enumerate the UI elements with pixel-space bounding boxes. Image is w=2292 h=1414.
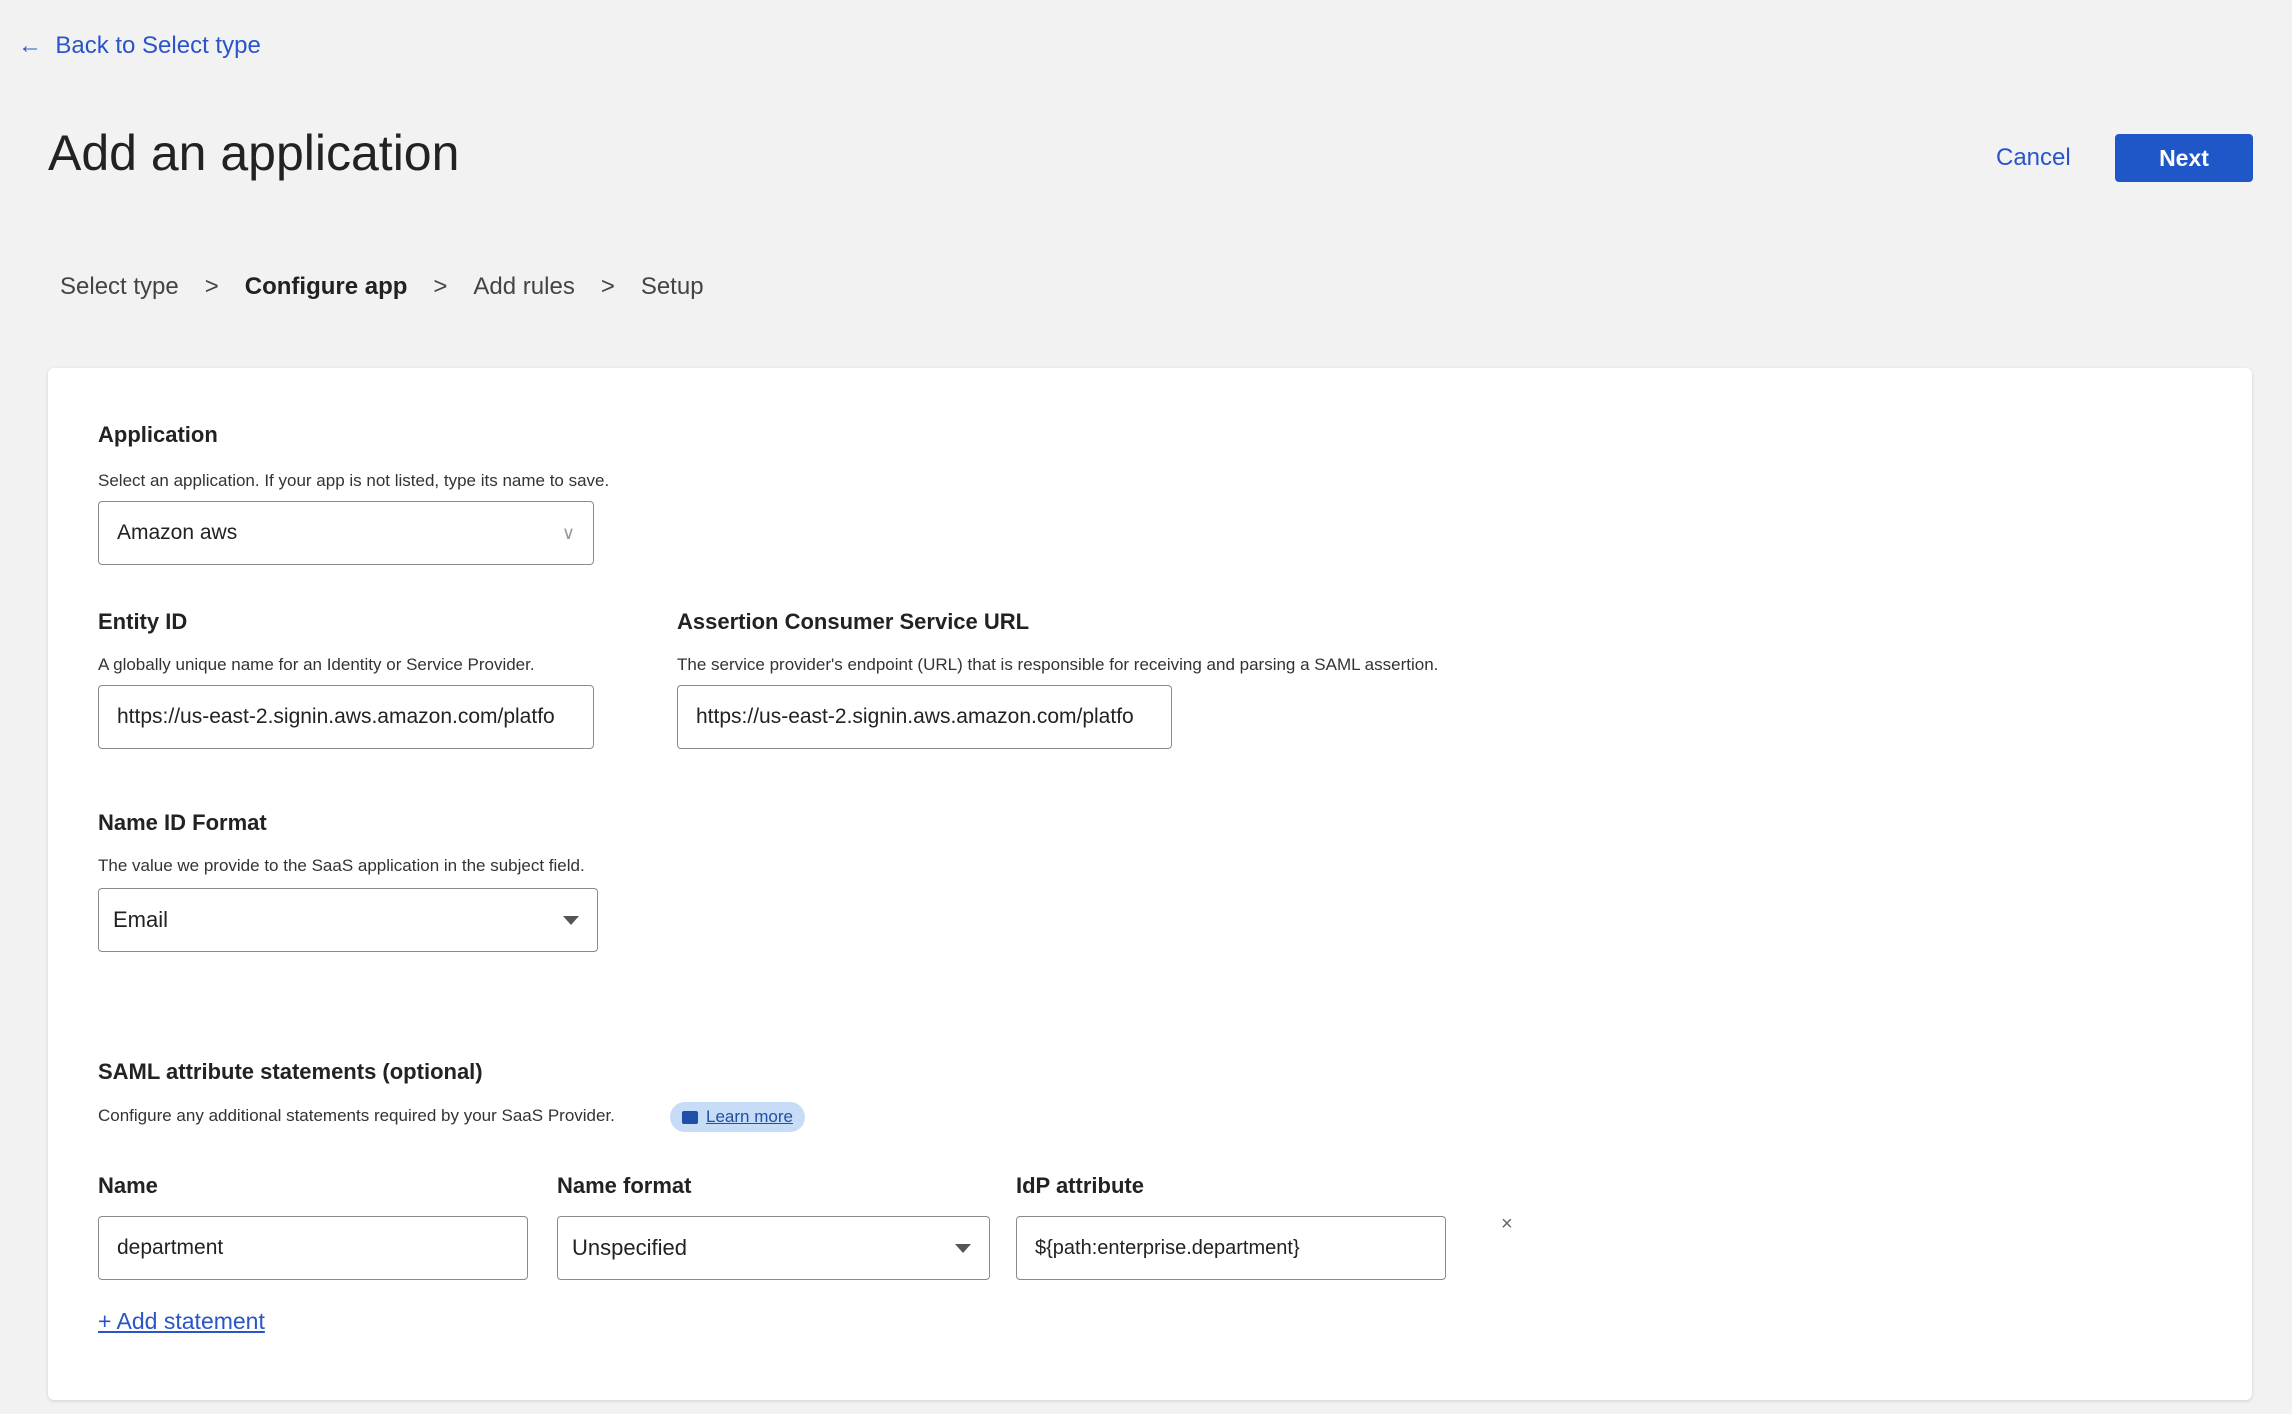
book-icon bbox=[682, 1110, 698, 1124]
statement-name-input[interactable] bbox=[117, 1236, 509, 1260]
application-description: Select an application. If your app is no… bbox=[98, 471, 610, 490]
column-name-format-label: Name format bbox=[557, 1173, 692, 1198]
name-id-format-label: Name ID Format bbox=[98, 810, 267, 835]
caret-down-icon bbox=[563, 915, 579, 925]
acs-url-field[interactable] bbox=[677, 685, 1172, 749]
arrow-left-icon: ← bbox=[18, 32, 42, 59]
column-name-label: Name bbox=[98, 1173, 158, 1198]
acs-url-description: The service provider's endpoint (URL) th… bbox=[677, 655, 1439, 674]
entity-id-input[interactable] bbox=[117, 705, 575, 729]
chevron-down-icon: ∨ bbox=[561, 522, 575, 543]
application-label: Application bbox=[98, 422, 218, 447]
step-add-rules: Add rules bbox=[473, 273, 575, 300]
entity-id-description: A globally unique name for an Identity o… bbox=[98, 655, 535, 674]
acs-url-label: Assertion Consumer Service URL bbox=[677, 609, 1030, 634]
back-link-label: Back to Select type bbox=[55, 32, 261, 59]
step-setup: Setup bbox=[640, 273, 704, 300]
statement-name-format-select[interactable]: Unspecified bbox=[557, 1216, 990, 1280]
saml-section-label: SAML attribute statements (optional) bbox=[98, 1059, 483, 1084]
page-title: Add an application bbox=[48, 125, 460, 181]
step-configure-app: Configure app bbox=[244, 273, 408, 300]
step-select-type: Select type bbox=[60, 273, 179, 300]
caret-down-icon bbox=[955, 1243, 971, 1253]
application-value: Amazon aws bbox=[117, 521, 238, 544]
step-separator: > bbox=[600, 273, 615, 300]
learn-more-label: Learn more bbox=[706, 1107, 793, 1126]
next-button[interactable]: Next bbox=[2115, 134, 2253, 182]
acs-url-input[interactable] bbox=[696, 705, 1153, 729]
statement-idp-attribute-field[interactable] bbox=[1016, 1216, 1446, 1280]
entity-id-label: Entity ID bbox=[98, 609, 188, 634]
step-separator: > bbox=[204, 273, 219, 300]
back-to-select-type-link[interactable]: ← Back to Select type bbox=[18, 32, 261, 60]
statement-name-field[interactable] bbox=[98, 1216, 528, 1280]
cancel-button[interactable]: Cancel bbox=[1996, 144, 2071, 172]
name-id-format-select[interactable]: Email bbox=[98, 888, 598, 952]
step-breadcrumb: Select type > Configure app > Add rules … bbox=[60, 273, 704, 301]
name-id-format-description: The value we provide to the SaaS applica… bbox=[98, 856, 585, 875]
column-idp-attribute-label: IdP attribute bbox=[1016, 1173, 1144, 1198]
saml-description: Configure any additional statements requ… bbox=[98, 1106, 615, 1125]
entity-id-field[interactable] bbox=[98, 685, 594, 749]
add-statement-link[interactable]: + Add statement bbox=[98, 1308, 265, 1335]
name-id-format-value: Email bbox=[113, 907, 169, 932]
step-separator: > bbox=[433, 273, 448, 300]
learn-more-link[interactable]: Learn more bbox=[670, 1102, 805, 1132]
name-format-value: Unspecified bbox=[572, 1235, 687, 1260]
remove-statement-button[interactable]: × bbox=[1495, 1212, 1519, 1237]
application-select[interactable]: Amazon aws ∨ bbox=[98, 501, 594, 565]
statement-idp-attribute-input[interactable] bbox=[1035, 1236, 1427, 1260]
